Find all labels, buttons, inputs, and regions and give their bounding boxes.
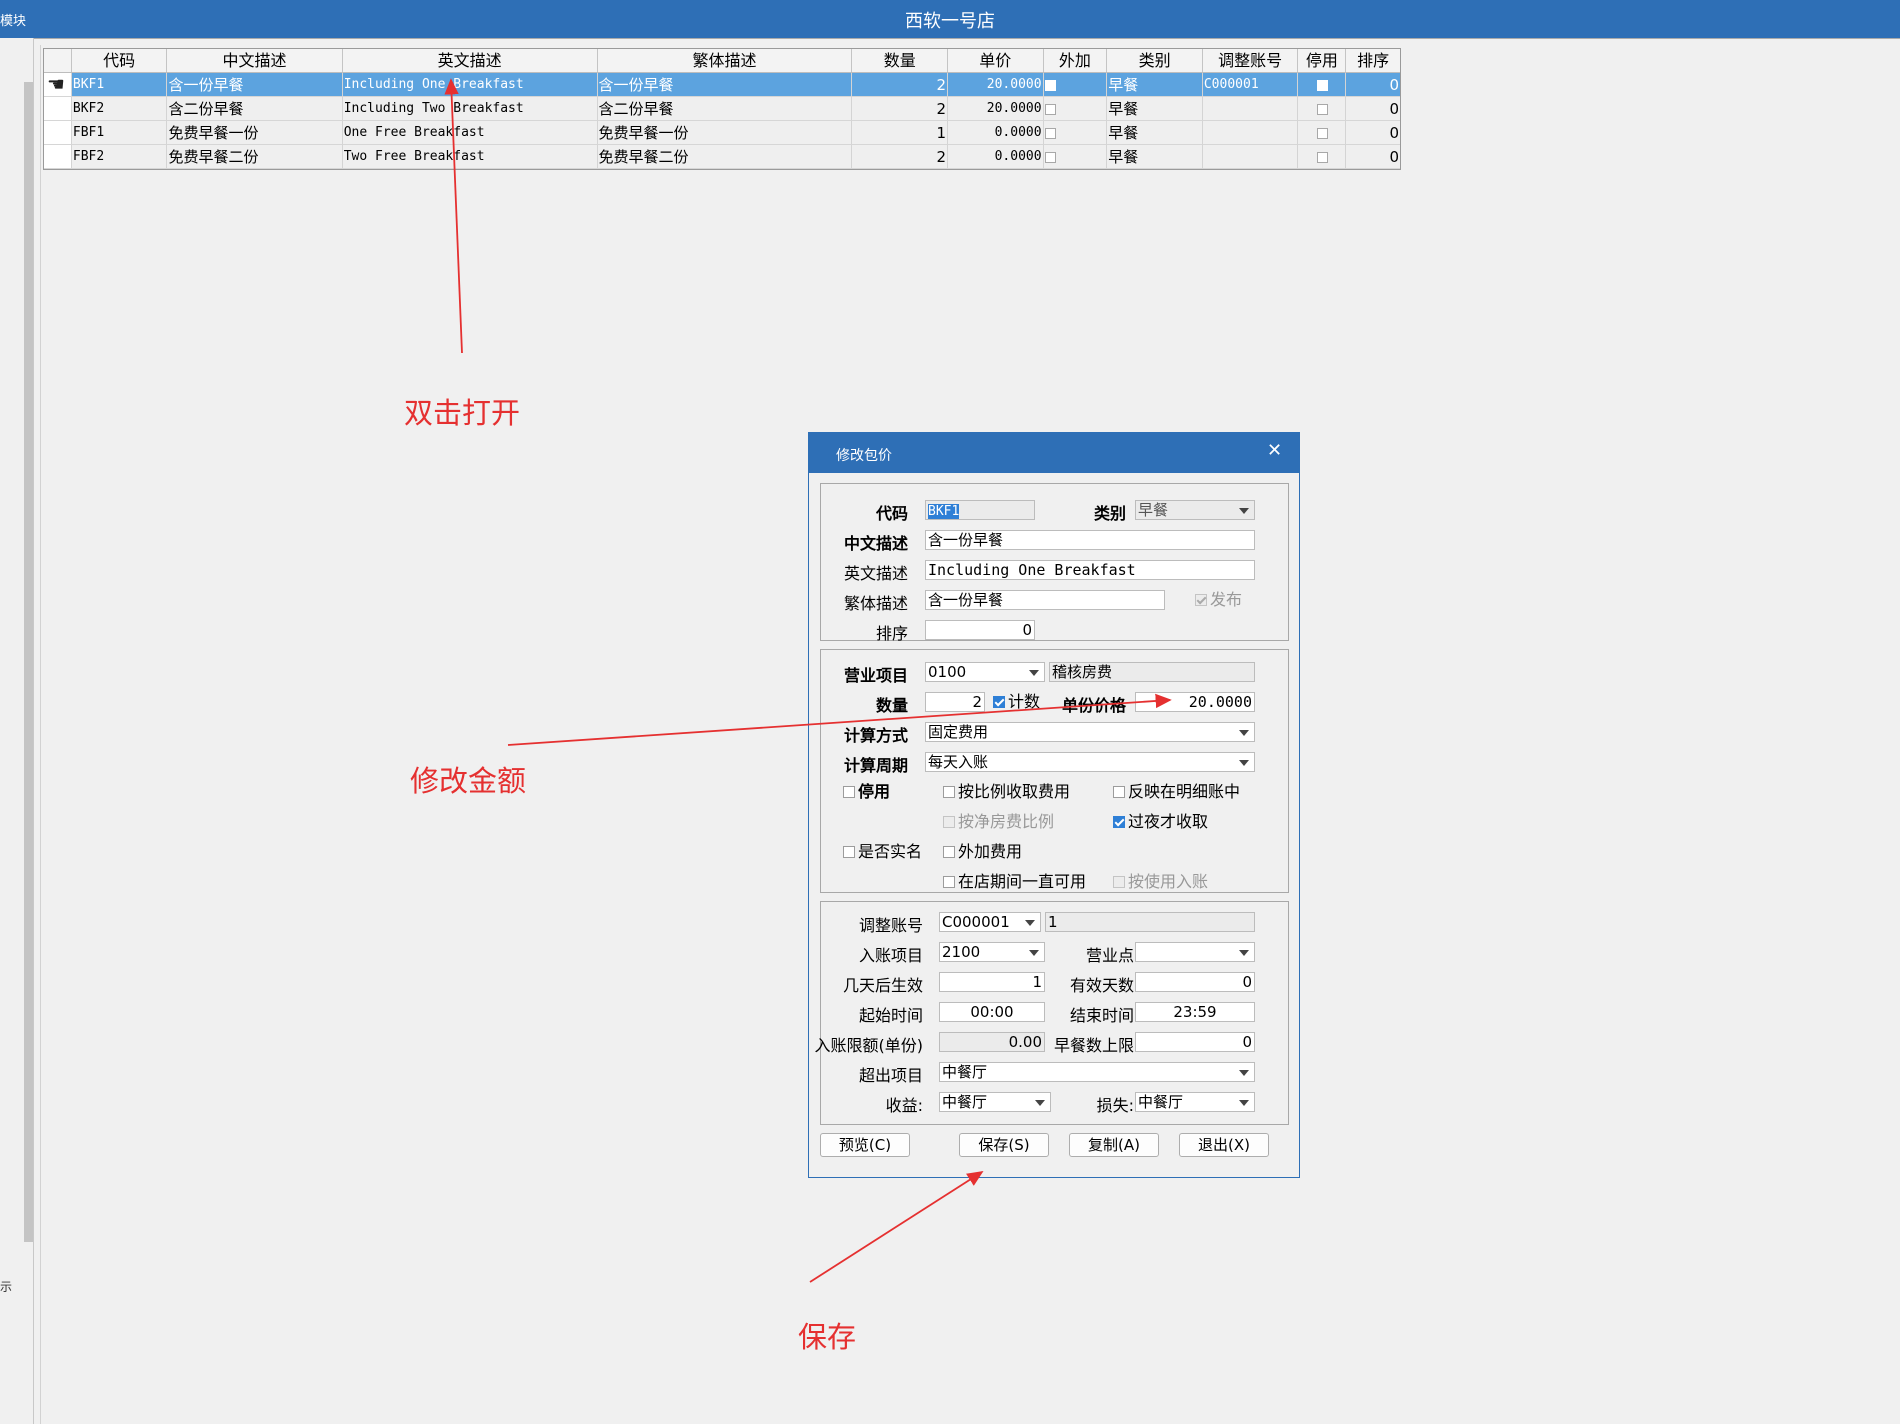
annotation-save: 保存 — [798, 1320, 857, 1354]
annotation-edit-amount: 修改金额 — [410, 764, 527, 798]
arrow-edit-amount — [507, 693, 1172, 746]
arrow-save — [809, 1171, 984, 1283]
annotation-arrows — [444, 78, 1172, 1283]
arrow-double-click — [444, 78, 463, 354]
annotation-double-click: 双击打开 — [404, 396, 521, 430]
